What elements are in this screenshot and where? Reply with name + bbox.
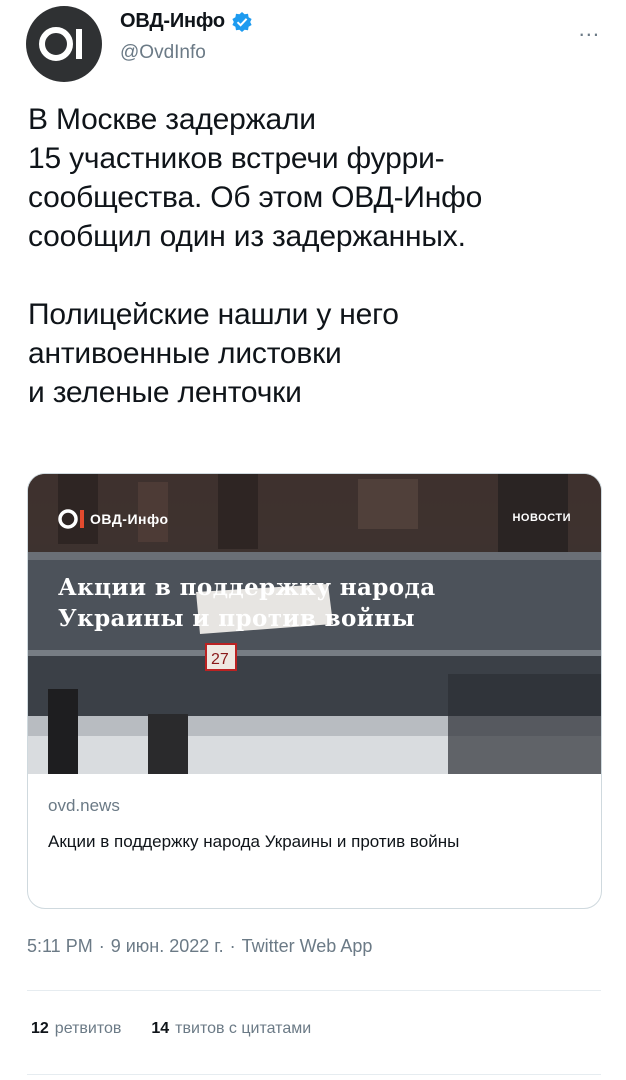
tweet-source[interactable]: Twitter Web App <box>242 936 373 956</box>
tweet-stats: 12 ретвитов 14 твитов с цитатами <box>31 1020 341 1038</box>
link-preview-card[interactable]: 27 ОВД-Инфо НОВОСТИ Акции в поддержку на… <box>27 473 602 909</box>
quotes-label: твитов с цитатами <box>175 1020 312 1037</box>
tweet-meta: 5:11 PM · 9 июн. 2022 г. · Twitter Web App <box>27 936 372 957</box>
tweet-line: сообщества. Об этом ОВД-Инфо <box>28 181 483 214</box>
image-section-tag: НОВОСТИ <box>512 512 571 524</box>
tweet-line: и зеленые ленточки <box>28 376 302 409</box>
more-options-icon[interactable]: ... <box>579 16 600 42</box>
image-brand-logo: ОВД-Инфо <box>57 507 169 531</box>
sign-number: 27 <box>211 651 229 668</box>
image-brand-name: ОВД-Инфо <box>90 511 169 527</box>
retweets-label: ретвитов <box>54 1020 122 1037</box>
card-body: ovd.news Акции в поддержку народа Украин… <box>48 796 578 855</box>
tweet-header: ОВД-Инфо @OvdInfo ... <box>26 6 600 82</box>
retweets-count: 12 <box>31 1020 49 1037</box>
image-headline-line: Акции в поддержку народа <box>58 574 436 601</box>
card-domain: ovd.news <box>48 796 120 815</box>
tweet-line: В Москве задержали <box>28 103 316 136</box>
account-handle[interactable]: @OvdInfo <box>120 42 206 64</box>
meta-separator: · <box>229 936 236 956</box>
ovd-logo-icon <box>58 509 84 529</box>
image-headline: Акции в поддержку народа Украины и проти… <box>58 572 578 634</box>
divider <box>27 990 601 991</box>
retweets-stat[interactable]: 12 ретвитов <box>31 1020 121 1038</box>
image-headline-line: Украины и против войны <box>58 605 415 632</box>
quotes-count: 14 <box>151 1020 170 1037</box>
ovd-logo-icon <box>39 27 82 61</box>
tweet-line: 15 участников встречи фурри- <box>28 142 445 175</box>
tweet-date[interactable]: 9 июн. 2022 г. <box>111 936 224 956</box>
tweet-text: В Москве задержали 15 участников встречи… <box>28 100 603 412</box>
tweet-line: антивоенные листовки <box>28 337 342 370</box>
tweet-time[interactable]: 5:11 PM <box>27 936 93 956</box>
meta-separator: · <box>98 936 105 956</box>
card-title: Акции в поддержку народа Украины и проти… <box>48 832 460 851</box>
name-row: ОВД-Инфо <box>120 10 253 33</box>
account-name[interactable]: ОВД-Инфо <box>120 10 225 33</box>
tweet-line: сообщил один из задержанных. <box>28 220 466 253</box>
divider <box>27 1074 601 1075</box>
card-image[interactable]: 27 ОВД-Инфо НОВОСТИ Акции в поддержку на… <box>28 474 601 774</box>
tweet-line: Полицейские нашли у него <box>28 298 399 331</box>
quotes-stat[interactable]: 14 твитов с цитатами <box>151 1020 311 1038</box>
verified-badge-icon <box>232 11 252 32</box>
avatar[interactable] <box>26 6 102 82</box>
